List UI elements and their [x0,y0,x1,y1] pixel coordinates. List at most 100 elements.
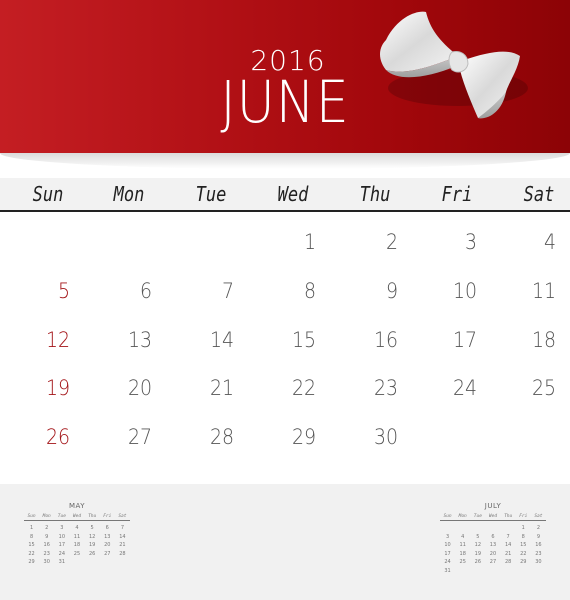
header-shadow [0,153,570,169]
mini-day-cell: 30 [43,559,50,565]
mini-day-cell: 23 [43,550,50,557]
mini-day-cell: 25 [459,559,466,565]
mini-day-cell: 24 [58,550,66,557]
mini-day-cell: 23 [535,550,542,557]
mini-weekday-label: Thu [88,514,97,519]
day-cell: 22 [291,376,316,400]
day-cell: 17 [452,328,477,352]
day-cell-sunday: 26 [45,425,70,449]
mini-day-cell: 14 [119,533,126,540]
mini-day-cell: 2 [45,525,49,531]
mini-day-cell: 4 [461,533,465,540]
mini-weekday-header: Sun Mon Tue Wed Thu Fri Sat [440,514,546,521]
mini-day-cell: 17 [58,542,66,548]
month-grid: 1 2 3 4 5 6 7 8 9 10 11 12 13 14 15 16 17 18 19 20 21 22 23 24 2… [0,220,570,480]
mini-day-cell: 6 [491,533,495,540]
mini-day-cell [485,568,500,574]
day-cell: 3 [464,230,477,254]
day-cell: 27 [127,425,152,449]
mini-day-cell: 1 [29,525,34,531]
mini-day-cell: 14 [504,542,512,548]
mini-day-cell: 15 [520,542,527,548]
mini-weekday-label: Wed [488,514,498,519]
mini-day-cell: 16 [43,542,50,548]
mini-day-cell: 27 [104,550,111,557]
mini-weekday-header: Sun Mon Tue Wed Thu Fri Sat [24,514,130,521]
mini-day-cell: 21 [504,550,512,557]
weekday-label: Mon [113,182,145,206]
day-cell: 6 [139,279,152,303]
mini-weekday-label: Tue [57,514,66,519]
mini-calendar-may: MAY Sun Mon Tue Wed Thu Fri Sat 1 2 3 4 5 6 7 8 9 10 11 1… [24,502,130,565]
mini-day-cell: 28 [504,559,512,565]
mini-day-cell: 15 [28,542,35,548]
mini-day-cell [455,568,470,574]
mini-day-cell: 16 [535,542,542,548]
day-cell-sunday: 5 [57,279,70,303]
mini-day-cell: 9 [536,533,541,540]
day-cell: 30 [373,425,398,449]
mini-day-cell [440,525,455,531]
mini-weekday-label: Fri [103,514,112,519]
day-cell: 20 [127,376,152,400]
mini-day-cell: 9 [45,533,49,540]
mini-day-cell: 18 [73,542,81,548]
mini-calendar-footer: MAY Sun Mon Tue Wed Thu Fri Sat 1 2 3 4 5 6 7 8 9 10 11 1… [0,484,570,600]
weekday-label: Sat [523,182,555,206]
weekday-header: Sun Mon Tue Wed Thu Fri Sat [0,178,570,212]
mini-day-cell: 17 [444,550,451,557]
mini-day-cell [470,568,485,574]
mini-day-cell: 28 [119,550,126,557]
mini-day-cell: 31 [58,559,66,565]
day-cell: 24 [452,376,477,400]
day-cell: 16 [373,328,398,352]
mini-day-cell [516,568,531,574]
mini-day-cell: 8 [29,533,34,540]
mini-day-cell: 20 [489,550,497,557]
mini-day-cell: 5 [90,525,94,531]
day-cell: 7 [221,279,234,303]
month-title: JUNE [220,68,350,136]
day-cell: 10 [452,279,477,303]
mini-day-cell [69,559,84,565]
calendar-header: 2016 JUNE [0,0,570,153]
mini-day-cell: 13 [489,542,497,548]
day-cell: 25 [531,376,556,400]
day-cell: 11 [531,279,556,303]
day-cell: 29 [291,425,316,449]
mini-day-cell [501,525,516,531]
day-cell-sunday: 19 [45,376,70,400]
mini-day-cell: 29 [28,559,35,565]
mini-day-cell [470,525,485,531]
mini-day-cell [85,559,100,565]
weekday-label: Wed [277,182,309,206]
mini-day-grid: 1 2 3 4 5 6 7 8 9 10 11 12 13 14 15 16 17 18 19 20 21 22 23 24 2… [24,525,130,565]
day-cell: 28 [209,425,234,449]
mini-day-cell: 18 [459,550,466,557]
mini-day-cell: 12 [88,533,96,540]
day-cell-sunday: 12 [45,328,70,352]
mini-day-cell: 12 [474,542,482,548]
mini-day-cell: 31 [444,567,451,574]
mini-weekday-label: Thu [504,514,513,519]
weekday-label: Sun [32,182,64,206]
mini-day-cell: 11 [73,533,81,540]
day-cell: 4 [543,230,556,254]
day-cell: 15 [291,328,316,352]
mini-day-grid: 1 2 3 4 5 6 7 8 9 10 11 12 13 14 15 16 17 18 19 20 21 22 23 24 2… [440,525,546,574]
mini-day-cell: 24 [444,559,451,565]
mini-weekday-label: Sat [534,514,543,519]
mini-day-cell: 21 [119,542,126,548]
mini-weekday-label: Tue [473,514,482,519]
mini-weekday-label: Mon [42,514,51,519]
mini-day-cell: 19 [474,550,482,557]
mini-day-cell: 22 [520,550,527,557]
mini-day-cell: 13 [104,533,111,540]
mini-day-cell: 8 [521,533,525,540]
mini-day-cell: 22 [28,550,35,557]
mini-day-cell: 26 [88,550,96,557]
mini-day-cell: 3 [445,533,450,540]
mini-day-cell [455,525,470,531]
mini-calendar-title: MAY [68,502,86,510]
mini-day-cell: 27 [489,559,497,565]
